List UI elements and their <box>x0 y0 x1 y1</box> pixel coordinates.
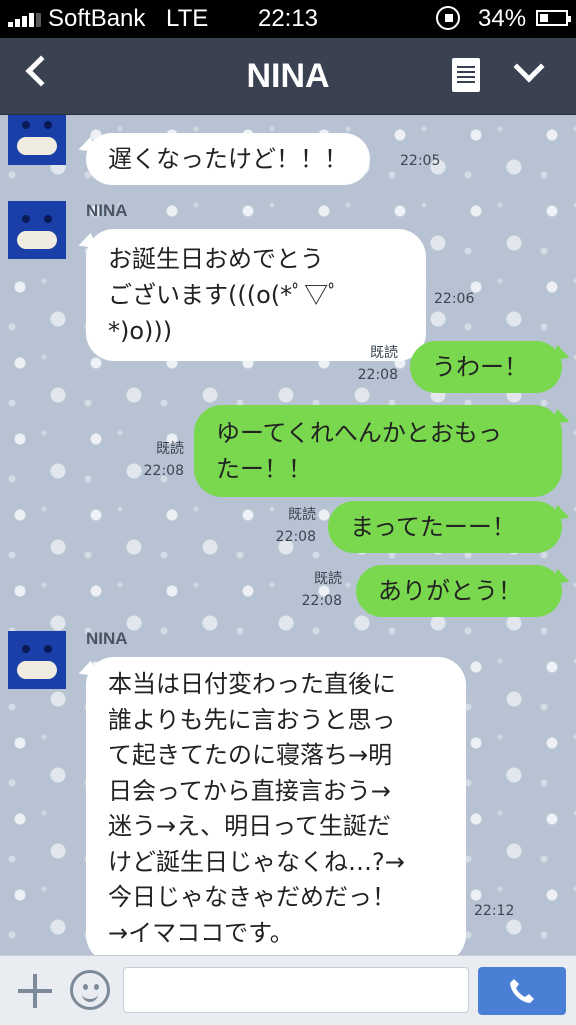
avatar[interactable] <box>8 631 66 689</box>
read-receipt: 既読 <box>370 345 398 361</box>
avatar[interactable] <box>8 115 66 165</box>
message-time: 22:06 <box>434 291 475 307</box>
chat-header: NINA <box>0 38 576 115</box>
message-time: 22:08 <box>357 367 398 383</box>
sender-name: NINA <box>86 201 128 220</box>
message-time: 22:08 <box>301 593 342 609</box>
incoming-message: お誕生日おめでとう ございます(((o(*ﾟ▽ﾟ*)o))) <box>86 229 426 361</box>
outgoing-message: ゆーてくれへんかとおもっ たー！！ <box>194 405 562 497</box>
message-composer <box>0 955 576 1025</box>
phone-icon <box>510 979 534 1003</box>
incoming-message: 本当は日付変わった直後に 誰よりも先に言おうと思っ て起きてたのに寝落ち→明 日… <box>86 657 466 955</box>
call-button[interactable] <box>478 967 566 1015</box>
outgoing-message: ありがとう！ <box>356 565 562 617</box>
chat-area[interactable]: 遅くなったけど！！！ 22:05 NINA お誕生日おめでとう ございます(((… <box>0 115 576 955</box>
message-time: 22:05 <box>400 153 441 169</box>
message-time: 22:12 <box>474 903 515 919</box>
battery-icon <box>536 10 571 26</box>
read-receipt: 既読 <box>314 571 342 587</box>
battery-percent: 34% <box>478 5 527 32</box>
read-receipt: 既読 <box>156 441 184 457</box>
notes-icon[interactable] <box>452 58 480 92</box>
plus-icon[interactable] <box>18 974 52 1008</box>
avatar[interactable] <box>8 201 66 259</box>
incoming-message: 遅くなったけど！！！ <box>86 133 370 185</box>
rotation-lock-icon <box>436 6 460 30</box>
chat-title: NINA <box>246 57 330 95</box>
message-time: 22:08 <box>275 529 316 545</box>
smile-icon[interactable] <box>70 970 110 1010</box>
message-input[interactable] <box>123 967 469 1013</box>
sender-name: NINA <box>86 629 128 648</box>
read-receipt: 既読 <box>288 507 316 523</box>
status-bar: SoftBank LTE 22:13 34% <box>0 0 576 38</box>
outgoing-message: うわー！ <box>410 341 562 393</box>
message-time: 22:08 <box>143 463 184 479</box>
outgoing-message: まってたーー！ <box>328 501 562 553</box>
